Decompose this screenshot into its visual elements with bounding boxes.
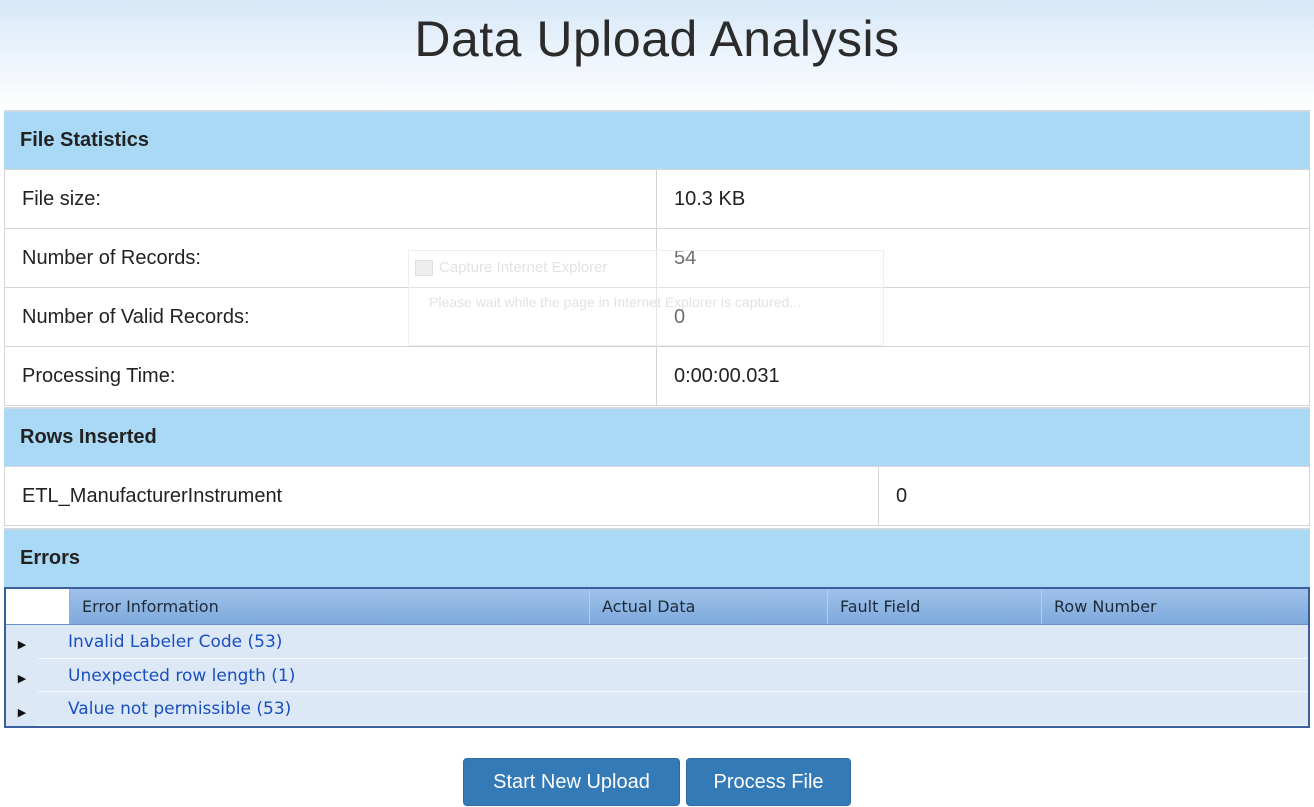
error-group-link[interactable]: Unexpected row length (1) bbox=[38, 666, 295, 686]
action-buttons: Start New Upload Process File bbox=[0, 758, 1314, 806]
error-group-row[interactable]: ▶ Value not permissible (53) bbox=[6, 692, 1308, 726]
rows-inserted-value: 0 bbox=[878, 466, 1310, 526]
rows-inserted-header: Rows Inserted bbox=[4, 407, 1310, 466]
error-group-row[interactable]: ▶ Unexpected row length (1) bbox=[6, 659, 1308, 693]
rows-inserted-section: Rows Inserted ETL_ManufacturerInstrument… bbox=[4, 407, 1310, 526]
errors-header: Errors bbox=[4, 528, 1310, 587]
expand-arrow-icon[interactable]: ▶ bbox=[6, 700, 38, 719]
file-size-label: File size: bbox=[4, 169, 657, 229]
rows-inserted-table: ETL_ManufacturerInstrument 0 bbox=[4, 466, 1310, 526]
error-group-row[interactable]: ▶ Invalid Labeler Code (53) bbox=[6, 625, 1308, 659]
errors-grid: Error Information Actual Data Fault Fiel… bbox=[4, 587, 1310, 729]
processing-time-value: 0:00:00.031 bbox=[656, 346, 1310, 406]
errors-grid-header: Error Information Actual Data Fault Fiel… bbox=[6, 589, 1308, 625]
record-count-label: Number of Records: bbox=[4, 228, 657, 288]
page-title: Data Upload Analysis bbox=[414, 11, 900, 67]
grid-expander-column-header bbox=[6, 589, 70, 624]
table-name-label: ETL_ManufacturerInstrument bbox=[4, 466, 879, 526]
valid-record-count-label: Number of Valid Records: bbox=[4, 287, 657, 347]
table-row: Processing Time: 0:00:00.031 bbox=[4, 346, 1310, 406]
file-statistics-table: File size: 10.3 KB Number of Records: 54… bbox=[4, 169, 1310, 406]
error-group-link[interactable]: Value not permissible (53) bbox=[38, 699, 291, 719]
file-size-value: 10.3 KB bbox=[656, 169, 1310, 229]
column-header-error-information[interactable]: Error Information bbox=[70, 589, 590, 624]
table-row: Number of Valid Records: 0 bbox=[4, 287, 1310, 347]
expand-arrow-icon[interactable]: ▶ bbox=[6, 666, 38, 685]
process-file-button[interactable]: Process File bbox=[686, 758, 851, 806]
errors-section: Errors Error Information Actual Data Fau… bbox=[4, 528, 1310, 729]
column-header-fault-field[interactable]: Fault Field bbox=[828, 589, 1042, 624]
record-count-value: 54 bbox=[656, 228, 1310, 288]
file-statistics-section: File Statistics File size: 10.3 KB Numbe… bbox=[4, 110, 1310, 406]
table-row: ETL_ManufacturerInstrument 0 bbox=[4, 466, 1310, 526]
table-row: Number of Records: 54 bbox=[4, 228, 1310, 288]
column-header-row-number[interactable]: Row Number bbox=[1042, 589, 1308, 624]
column-header-actual-data[interactable]: Actual Data bbox=[590, 589, 828, 624]
file-statistics-header: File Statistics bbox=[4, 110, 1310, 169]
error-group-link[interactable]: Invalid Labeler Code (53) bbox=[38, 632, 282, 652]
processing-time-label: Processing Time: bbox=[4, 346, 657, 406]
expand-arrow-icon[interactable]: ▶ bbox=[6, 632, 38, 651]
table-row: File size: 10.3 KB bbox=[4, 169, 1310, 229]
page-header: Data Upload Analysis bbox=[0, 0, 1314, 110]
valid-record-count-value: 0 bbox=[656, 287, 1310, 347]
start-new-upload-button[interactable]: Start New Upload bbox=[463, 758, 680, 806]
